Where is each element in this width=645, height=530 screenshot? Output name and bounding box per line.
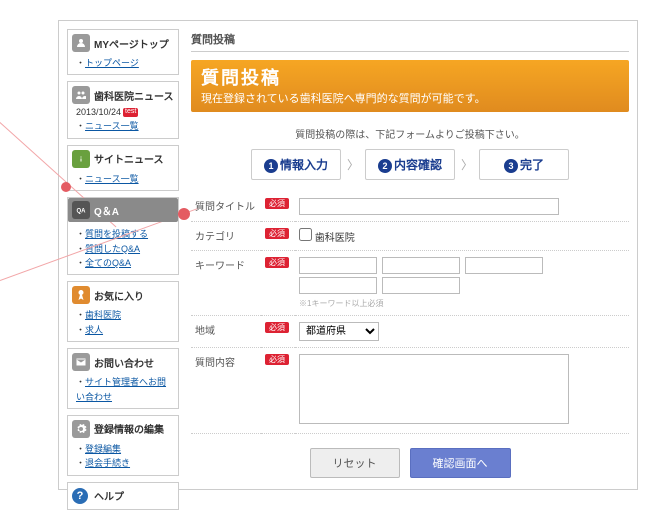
sidebar-title: MYページトップ [94, 36, 169, 51]
field-label: カテゴリ [191, 222, 261, 251]
field-label: 質問タイトル [191, 192, 261, 222]
keyword-note: ※1キーワード以上必須 [299, 298, 625, 309]
step-indicator: 1情報入力 〉 2内容確認 〉 3完了 [191, 149, 629, 180]
sidebar-link[interactable]: トップページ [85, 58, 139, 68]
keyword-input-4[interactable] [299, 277, 377, 294]
region-select[interactable]: 都道府県 [299, 322, 379, 341]
annotation-dot [61, 182, 71, 192]
group-icon [72, 86, 90, 104]
annotation-dot [178, 208, 190, 220]
sidebar-link[interactable]: 退会手続き [85, 458, 130, 468]
step-3: 3完了 [479, 149, 569, 180]
banner-subtitle: 現在登録されている歯科医院へ専門的な質問が可能です。 [201, 90, 619, 106]
qa-icon: QA [72, 201, 90, 219]
sidebar-title: お問い合わせ [94, 355, 154, 370]
keyword-input-5[interactable] [382, 277, 460, 294]
page-title: 質問投稿 [191, 29, 629, 52]
sidebar-news: 歯科医院ニュース 2013/10/24test ニュース一覧 [67, 81, 179, 138]
step-1: 1情報入力 [251, 149, 341, 180]
sidebar-title: ヘルプ [94, 488, 124, 503]
field-label: キーワード [191, 251, 261, 316]
keyword-input-3[interactable] [465, 257, 543, 274]
sidebar-title: 登録情報の編集 [94, 421, 164, 436]
mail-icon [72, 353, 90, 371]
sidebar-mypage: MYページトップ トップページ [67, 29, 179, 75]
info-icon [72, 150, 90, 168]
sidebar-link[interactable]: ニュース一覧 [85, 121, 139, 131]
step-2: 2内容確認 [365, 149, 455, 180]
step-sep: 〉 [461, 156, 473, 173]
reset-button[interactable]: リセット [310, 448, 400, 478]
user-icon [72, 34, 90, 52]
form-table: 質問タイトル 必須 カテゴリ 必須 歯科医院 キーワード 必須 ※1キーワード以 [191, 192, 629, 434]
field-label: 質問内容 [191, 348, 261, 434]
sidebar-title: お気に入り [94, 288, 144, 303]
sidebar-link[interactable]: ニュース一覧 [85, 174, 139, 184]
sidebar-title: サイトニュース [94, 151, 164, 166]
button-row: リセット 確認画面へ [191, 448, 629, 478]
field-label: 地域 [191, 316, 261, 348]
help-icon: ? [72, 488, 88, 504]
sidebar-link[interactable]: サイト管理者へお問い合わせ [76, 377, 166, 401]
sidebar-sitenews: サイトニュース ニュース一覧 [67, 145, 179, 191]
sidebar: MYページトップ トップページ 歯科医院ニュース 2013/10/24test … [67, 29, 179, 481]
submit-button[interactable]: 確認画面へ [410, 448, 511, 478]
sidebar-link[interactable]: 求人 [85, 325, 103, 335]
new-badge: test [123, 108, 138, 116]
sidebar-link[interactable]: 歯科医院 [85, 310, 121, 320]
sidebar-link[interactable]: 登録編集 [85, 444, 121, 454]
sidebar-link[interactable]: 全てのQ&A [85, 258, 131, 268]
keyword-input-1[interactable] [299, 257, 377, 274]
gear-icon [72, 420, 90, 438]
news-date: 2013/10/24 [76, 107, 121, 117]
required-badge: 必須 [265, 322, 289, 333]
page-frame: MYページトップ トップページ 歯科医院ニュース 2013/10/24test … [58, 20, 638, 490]
body-textarea[interactable] [299, 354, 569, 424]
step-sep: 〉 [347, 156, 359, 173]
title-input[interactable] [299, 198, 559, 215]
sidebar-edit: 登録情報の編集 登録編集 退会手続き [67, 415, 179, 476]
sidebar-contact: お問い合わせ サイト管理者へお問い合わせ [67, 348, 179, 409]
keyword-input-2[interactable] [382, 257, 460, 274]
banner-title: 質問投稿 [201, 64, 619, 90]
sidebar-title: 歯科医院ニュース [94, 88, 174, 103]
ribbon-icon [72, 286, 90, 304]
category-checkbox[interactable]: 歯科医院 [299, 233, 355, 244]
svg-text:QA: QA [77, 209, 87, 215]
required-badge: 必須 [265, 354, 289, 365]
banner: 質問投稿 現在登録されている歯科医院へ専門的な質問が可能です。 [191, 60, 629, 112]
required-badge: 必須 [265, 257, 289, 268]
sidebar-favorites: お気に入り 歯科医院 求人 [67, 281, 179, 342]
sidebar-help[interactable]: ? ヘルプ [67, 482, 179, 510]
main-content: 質問投稿 質問投稿 現在登録されている歯科医院へ専門的な質問が可能です。 質問投… [179, 29, 629, 481]
required-badge: 必須 [265, 198, 289, 209]
intro-text: 質問投稿の際は、下記フォームよりご投稿下さい。 [191, 126, 629, 141]
required-badge: 必須 [265, 228, 289, 239]
sidebar-title: Q＆A [94, 203, 119, 218]
